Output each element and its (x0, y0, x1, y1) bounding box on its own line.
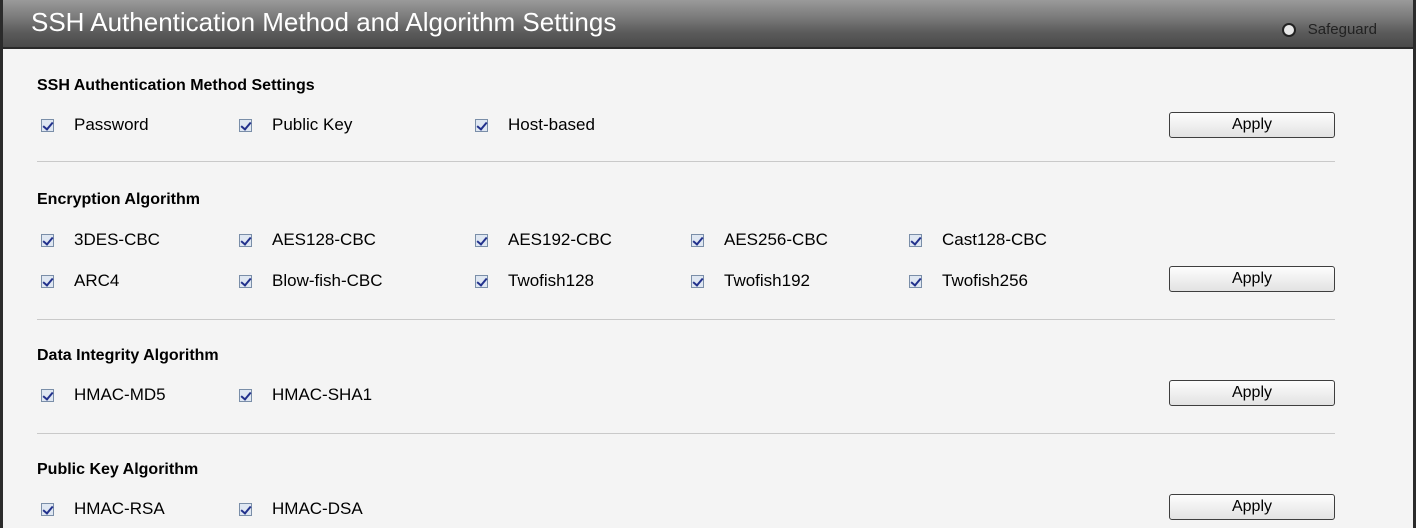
checkbox-twofish192[interactable]: Twofish192 (691, 271, 810, 291)
checkbox-cast128-cbc[interactable]: Cast128-CBC (909, 230, 1047, 250)
checkbox-checked-icon[interactable] (909, 274, 922, 288)
checkbox-twofish128[interactable]: Twofish128 (475, 271, 594, 291)
checkbox-checked-icon[interactable] (41, 233, 54, 247)
auth-section-title: SSH Authentication Method Settings (37, 77, 315, 94)
checkbox-hmac-rsa[interactable]: HMAC-RSA (41, 499, 165, 519)
divider (37, 319, 1335, 320)
checkbox-label: AES256-CBC (724, 230, 828, 249)
page-title: SSH Authentication Method and Algorithm … (31, 7, 617, 37)
integrity-apply-button[interactable]: Apply (1169, 380, 1335, 406)
safeguard-icon (1281, 22, 1296, 37)
checkbox-checked-icon[interactable] (239, 388, 252, 402)
checkbox-label: Twofish128 (508, 271, 594, 290)
title-bar: SSH Authentication Method and Algorithm … (3, 0, 1413, 49)
checkbox-checked-icon[interactable] (239, 118, 252, 132)
checkbox-arc4[interactable]: ARC4 (41, 271, 119, 291)
checkbox-hmac-dsa[interactable]: HMAC-DSA (239, 499, 363, 519)
checkbox-hmac-md5[interactable]: HMAC-MD5 (41, 385, 166, 405)
checkbox-label: Blow-fish-CBC (272, 271, 383, 290)
checkbox-label: ARC4 (74, 271, 120, 290)
checkbox-label: Public Key (272, 115, 353, 134)
publickey-section-title: Public Key Algorithm (37, 461, 199, 478)
checkbox-label: HMAC-RSA (74, 499, 165, 518)
checkbox-public-key[interactable]: Public Key (239, 115, 352, 135)
checkbox-checked-icon[interactable] (239, 274, 252, 288)
integrity-section-title: Data Integrity Algorithm (37, 347, 219, 364)
divider (37, 433, 1335, 434)
auth-apply-button[interactable]: Apply (1169, 112, 1335, 138)
encryption-section-title: Encryption Algorithm (37, 191, 200, 208)
checkbox-label: AES128-CBC (272, 230, 376, 249)
checkbox-checked-icon[interactable] (475, 274, 488, 288)
checkbox-host-based[interactable]: Host-based (475, 115, 595, 135)
checkbox-checked-icon[interactable] (41, 274, 54, 288)
safeguard-indicator: Safeguard (1281, 21, 1377, 38)
checkbox-label: Password (74, 115, 149, 134)
settings-panel: SSH Authentication Method and Algorithm … (0, 0, 1416, 528)
safeguard-label: Safeguard (1307, 21, 1377, 38)
checkbox-3des-cbc[interactable]: 3DES-CBC (41, 230, 160, 250)
checkbox-checked-icon[interactable] (909, 233, 922, 247)
checkbox-aes128-cbc[interactable]: AES128-CBC (239, 230, 376, 250)
checkbox-label: Cast128-CBC (942, 230, 1047, 249)
checkbox-label: 3DES-CBC (74, 230, 160, 249)
checkbox-checked-icon[interactable] (691, 274, 704, 288)
divider (37, 161, 1335, 162)
checkbox-checked-icon[interactable] (239, 233, 252, 247)
encryption-apply-button[interactable]: Apply (1169, 266, 1335, 292)
checkbox-label: AES192-CBC (508, 230, 612, 249)
checkbox-checked-icon[interactable] (239, 502, 252, 516)
checkbox-checked-icon[interactable] (691, 233, 704, 247)
checkbox-hmac-sha1[interactable]: HMAC-SHA1 (239, 385, 372, 405)
checkbox-password[interactable]: Password (41, 115, 149, 135)
checkbox-aes192-cbc[interactable]: AES192-CBC (475, 230, 612, 250)
checkbox-checked-icon[interactable] (41, 118, 54, 132)
checkbox-label: Twofish256 (942, 271, 1028, 290)
checkbox-checked-icon[interactable] (41, 388, 54, 402)
checkbox-label: Twofish192 (724, 271, 810, 290)
checkbox-label: Host-based (508, 115, 595, 134)
checkbox-checked-icon[interactable] (475, 233, 488, 247)
checkbox-checked-icon[interactable] (475, 118, 488, 132)
checkbox-blow-fish-cbc[interactable]: Blow-fish-CBC (239, 271, 383, 291)
checkbox-aes256-cbc[interactable]: AES256-CBC (691, 230, 828, 250)
checkbox-twofish256[interactable]: Twofish256 (909, 271, 1028, 291)
checkbox-label: HMAC-DSA (272, 499, 363, 518)
checkbox-checked-icon[interactable] (41, 502, 54, 516)
publickey-apply-button[interactable]: Apply (1169, 494, 1335, 520)
checkbox-label: HMAC-SHA1 (272, 385, 373, 404)
checkbox-label: HMAC-MD5 (74, 385, 166, 404)
